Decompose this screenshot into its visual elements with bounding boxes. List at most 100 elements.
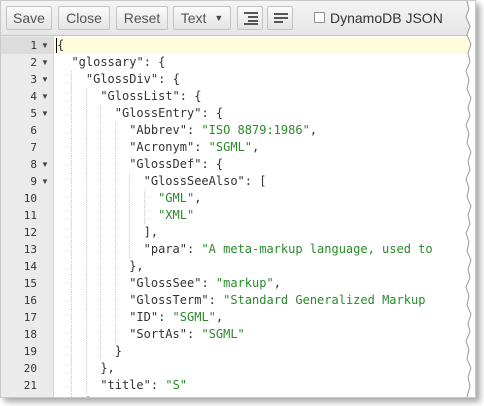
compact-format-icon <box>274 13 288 23</box>
chevron-down-icon: ▼ <box>214 13 224 23</box>
code-line: "title": "S" <box>100 377 187 394</box>
json-punctuation: : <box>186 123 202 137</box>
line-number: 11 <box>23 209 37 222</box>
line-number-gutter: 1 ▼ 2 ▼ 3 ▼ 4 ▼ 5 ▼ 6 7 8 ▼ 9 ▼ 10 11 12 13 14 15 16 17 18 19 20 21… <box>1 36 54 397</box>
code-line: "GlossSeeAlso": [ <box>144 173 267 190</box>
indent-guide <box>71 275 73 292</box>
json-punctuation: , <box>252 140 260 154</box>
json-string: "ISO 8879:1986" <box>201 123 310 137</box>
fold-toggle-icon[interactable]: ▼ <box>41 54 49 71</box>
indent-guide <box>114 190 116 207</box>
code-line: "ID": "SGML", <box>129 309 223 326</box>
json-key: "GlossTerm" <box>129 293 209 307</box>
fold-toggle-icon[interactable]: ▼ <box>41 105 49 122</box>
indent-guide <box>71 71 73 88</box>
indent-guide <box>100 190 102 207</box>
json-key: "Abbrev" <box>129 123 187 137</box>
indent-guide <box>114 207 116 224</box>
json-punctuation: : <box>158 310 173 324</box>
format-button[interactable] <box>237 6 263 30</box>
indent-guide <box>100 241 102 258</box>
indent-guide <box>100 326 102 343</box>
indent-guide <box>114 309 116 326</box>
code-line: "GlossEntry": { <box>115 105 223 122</box>
line-number: 13 <box>23 243 37 256</box>
json-key: "GlossList" <box>100 89 180 103</box>
indent-guide <box>85 88 87 105</box>
indent-guide <box>143 190 145 207</box>
code-line: "GlossSee": "markup", <box>129 275 281 292</box>
line-number: 3 <box>30 73 37 86</box>
dynamodb-json-checkbox[interactable] <box>314 12 325 23</box>
code-line: } <box>115 343 122 360</box>
indent-guide <box>71 88 73 105</box>
json-punctuation: }, <box>86 395 100 397</box>
indent-guide <box>71 224 73 241</box>
line-number: 19 <box>23 345 37 358</box>
json-string: "markup" <box>215 276 274 290</box>
json-punctuation: }, <box>100 361 115 375</box>
code-line: "para": "A meta-markup language, used to <box>144 241 433 258</box>
code-line: "GlossTerm": "Standard Generalized Marku… <box>129 292 425 309</box>
indent-guide <box>143 207 145 224</box>
code-line: "Abbrev": "ISO 8879:1986", <box>129 122 317 139</box>
indent-guide <box>114 292 116 309</box>
code-line: { <box>57 37 64 54</box>
json-punctuation: : <box>186 242 202 256</box>
indent-guide <box>85 156 87 173</box>
line-number: 8 <box>30 158 37 171</box>
fold-toggle-icon[interactable]: ▼ <box>41 173 49 190</box>
json-key: "para" <box>143 242 187 256</box>
line-number: 20 <box>23 362 37 375</box>
fold-toggle-icon[interactable]: ▼ <box>41 37 49 54</box>
fold-toggle-icon[interactable]: ▼ <box>41 71 49 88</box>
line-number: 5 <box>30 107 37 120</box>
indent-guide <box>114 326 116 343</box>
indent-guide <box>85 292 87 309</box>
code-editor[interactable]: 1 ▼ 2 ▼ 3 ▼ 4 ▼ 5 ▼ 6 7 8 ▼ 9 ▼ 10 11 12 13 14 15 16 17 18 19 20 21… <box>1 36 475 397</box>
indent-guide <box>85 190 87 207</box>
indent-guide <box>100 224 102 241</box>
indent-guide <box>71 343 73 360</box>
json-key: "GlossEntry" <box>114 106 202 120</box>
mode-dropdown[interactable]: Text ▼ <box>173 6 231 30</box>
line-number: 9 <box>30 175 37 188</box>
json-punctuation: : <box>150 378 166 392</box>
json-punctuation: , <box>194 191 202 205</box>
indent-guide <box>85 258 87 275</box>
indent-guide <box>100 173 102 190</box>
code-area[interactable]: {"glossary": {"GlossDiv": {"GlossList": … <box>54 36 475 397</box>
indent-guide <box>100 207 102 224</box>
indent-guide <box>100 156 102 173</box>
fold-toggle-icon[interactable]: ▼ <box>41 156 49 173</box>
compact-button[interactable] <box>267 6 293 30</box>
line-number: 22 <box>1 394 37 397</box>
indent-guide <box>114 224 116 241</box>
line-number: 4 <box>30 90 37 103</box>
line-number: 21 <box>23 379 37 392</box>
dynamodb-json-label: DynamoDB JSON <box>330 10 443 26</box>
code-line: "XML" <box>158 207 194 224</box>
close-button[interactable]: Close <box>58 6 110 30</box>
json-punctuation: { <box>57 38 65 52</box>
indent-guide <box>85 377 87 394</box>
indent-guide <box>129 190 131 207</box>
json-key: "ID" <box>129 310 159 324</box>
code-line: "SortAs": "SGML" <box>129 326 245 343</box>
line-number: 2 <box>30 56 37 69</box>
json-key: "Acronym" <box>129 140 195 154</box>
json-string: "Standard Generalized Markup <box>223 293 426 307</box>
indent-guide <box>114 173 116 190</box>
save-button[interactable]: Save <box>6 6 52 30</box>
code-line: "GlossDiv": { <box>86 71 180 88</box>
indent-guide <box>71 122 73 139</box>
toolbar: Save Close Reset Text ▼ DynamoDB JSON <box>1 1 475 36</box>
fold-toggle-icon[interactable]: ▼ <box>41 88 49 105</box>
json-key: "SortAs" <box>129 327 187 341</box>
reset-button[interactable]: Reset <box>116 6 168 30</box>
json-key: "GlossDiv" <box>85 72 159 86</box>
line-number: 17 <box>23 311 37 324</box>
line-number: 16 <box>23 294 37 307</box>
indent-guide <box>85 326 87 343</box>
indent-guide <box>71 105 73 122</box>
